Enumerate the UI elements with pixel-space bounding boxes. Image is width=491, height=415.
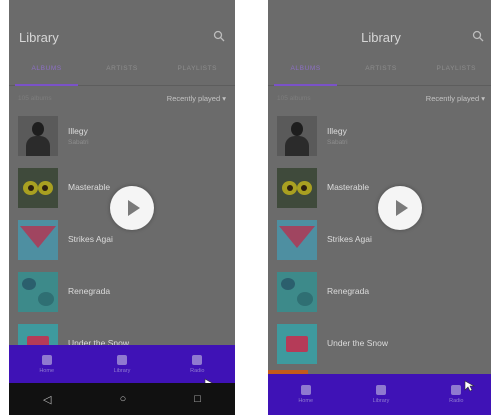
album-art	[277, 116, 317, 156]
tab-playlists[interactable]: PLAYLISTS	[419, 52, 491, 85]
radio-icon	[451, 385, 462, 395]
cursor-icon	[464, 380, 476, 392]
nav-item-home[interactable]: Home	[268, 374, 343, 415]
search-icon[interactable]	[472, 30, 484, 42]
ios-phone-screen: Library ALBUMS ARTISTS PLAYLISTS 105 alb…	[268, 0, 491, 415]
album-art	[18, 168, 58, 208]
nav-item-radio[interactable]: Radio	[419, 374, 491, 415]
list-item[interactable]: Renegrada	[268, 266, 491, 318]
tab-artists[interactable]: ARTISTS	[343, 52, 418, 85]
album-title: Renegrada	[68, 285, 111, 296]
album-title: Under the Snow	[327, 337, 388, 348]
album-title: Illegy	[327, 126, 347, 136]
list-header: 105 albums Recently played ▾	[268, 86, 491, 110]
tab-playlists[interactable]: PLAYLISTS	[160, 52, 235, 85]
album-art	[18, 116, 58, 156]
nav-label: Library	[113, 367, 131, 374]
album-art	[277, 272, 317, 312]
page-title: Library	[19, 29, 59, 45]
list-item[interactable]: Strikes Agai	[268, 214, 491, 266]
album-title: Strikes Agai	[68, 233, 113, 244]
nav-item-library[interactable]: Library	[343, 374, 418, 415]
album-art	[18, 220, 58, 260]
status-bar	[9, 0, 235, 22]
album-title: Strikes Agai	[327, 233, 372, 244]
library-tabs: ALBUMS ARTISTS PLAYLISTS	[9, 52, 235, 86]
library-icon	[375, 385, 386, 395]
list-item[interactable]: Illegy Sabatri	[9, 110, 235, 162]
tab-albums[interactable]: ALBUMS	[268, 52, 343, 86]
play-button[interactable]	[110, 186, 154, 230]
album-artist: Sabatri	[68, 139, 89, 146]
album-art	[18, 272, 58, 312]
nav-item-home[interactable]: Home	[9, 345, 84, 383]
play-button[interactable]	[378, 186, 422, 230]
search-icon[interactable]	[213, 30, 225, 42]
radio-icon	[192, 354, 203, 365]
album-art	[277, 220, 317, 260]
app-bar: Library	[9, 22, 235, 52]
bottom-navigation: Home Library Radio	[268, 374, 491, 415]
home-icon	[41, 354, 52, 365]
android-phone-screen: Library ALBUMS ARTISTS PLAYLISTS 105 alb…	[9, 0, 235, 415]
page-title: Library	[361, 29, 401, 45]
nav-item-library[interactable]: Library	[84, 345, 159, 383]
nav-label: Home	[298, 398, 313, 404]
play-icon	[395, 200, 408, 216]
nav-label: Radio	[449, 398, 464, 404]
album-count: 105 albums	[18, 94, 52, 102]
album-title: Renegrada	[327, 285, 370, 296]
album-artist: Sabatri	[327, 139, 348, 146]
recents-icon[interactable]: □	[194, 393, 201, 405]
album-title: Illegy	[68, 126, 88, 136]
tab-albums[interactable]: ALBUMS	[9, 52, 84, 86]
nav-label: Radio	[190, 367, 205, 374]
album-art	[277, 168, 317, 208]
nav-item-radio[interactable]: Radio	[160, 345, 235, 383]
home-icon	[300, 385, 311, 395]
app-bar: Library	[268, 22, 491, 52]
nav-label: Home	[39, 367, 54, 374]
album-count: 105 albums	[277, 94, 311, 102]
album-title: Masterable	[68, 181, 111, 192]
list-item[interactable]: Illegy Sabatri	[268, 110, 491, 162]
home-circle-icon[interactable]: ○	[120, 393, 127, 405]
sort-dropdown[interactable]: Recently played ▾	[426, 94, 485, 103]
bottom-navigation: Home Library Radio	[9, 345, 235, 383]
library-icon	[116, 354, 127, 365]
nav-label: Library	[372, 398, 390, 404]
back-icon[interactable]: ◁	[43, 393, 51, 406]
system-navigation-bar: ◁ ○ □	[9, 383, 235, 415]
list-header: 105 albums Recently played ▾	[9, 86, 235, 110]
library-tabs: ALBUMS ARTISTS PLAYLISTS	[268, 52, 491, 86]
play-icon	[127, 200, 140, 216]
sort-dropdown[interactable]: Recently played ▾	[167, 94, 226, 103]
list-item[interactable]: Under the Snow	[268, 318, 491, 370]
album-art	[277, 324, 317, 364]
status-bar	[268, 0, 491, 22]
tab-artists[interactable]: ARTISTS	[84, 52, 159, 85]
list-item[interactable]: Renegrada	[9, 266, 235, 318]
